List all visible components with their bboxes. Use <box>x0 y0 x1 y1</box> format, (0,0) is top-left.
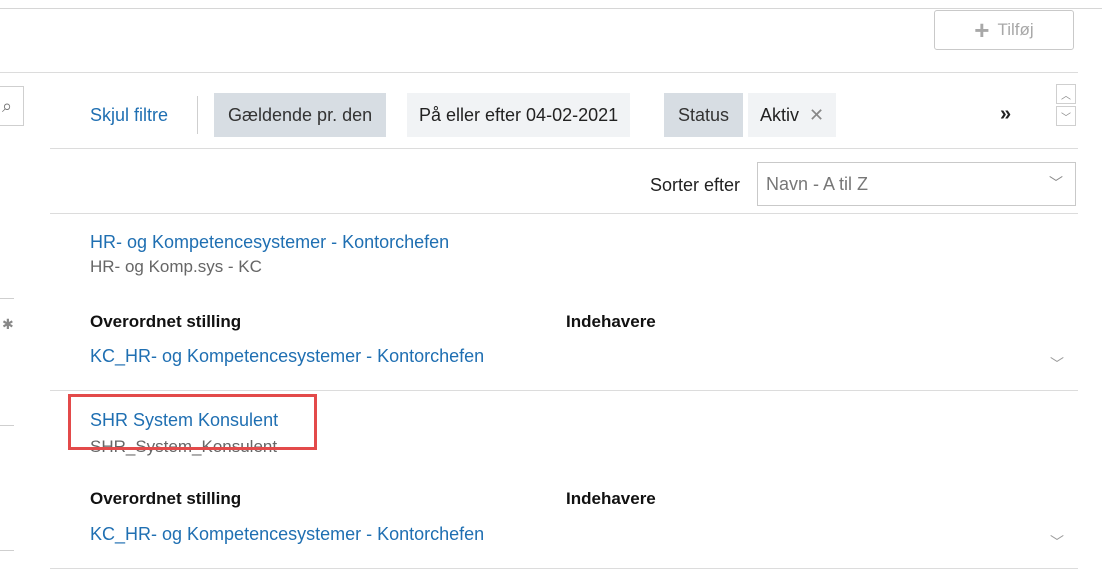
parent-position-header: Overordnet stilling <box>90 489 242 508</box>
expand-chevron-icon[interactable]: ﹀ <box>1050 532 1064 552</box>
filter-chip-value-effective-date[interactable]: På eller efter 04-02-2021 <box>407 93 631 137</box>
left-divider <box>0 550 14 551</box>
gear-icon[interactable]: ✱ <box>2 316 14 333</box>
remove-filter-icon[interactable]: ✕ <box>809 105 824 126</box>
sort-label: Sorter efter <box>650 175 741 195</box>
filter-chip-key-status[interactable]: Status <box>664 93 744 137</box>
holders-header: Indehavere <box>566 312 656 331</box>
scroll-down-icon[interactable]: ﹀ <box>1056 106 1076 126</box>
expand-chevron-icon[interactable]: ﹀ <box>1050 354 1064 374</box>
sort-selected-value: Navn - A til Z <box>766 173 869 194</box>
sort-select[interactable]: Navn - A til Z ﹀ <box>757 162 1076 206</box>
add-button[interactable]: + Tilføj <box>934 10 1074 50</box>
parent-position-header: Overordnet stilling <box>90 312 242 331</box>
parent-position-link[interactable]: KC_HR- og Kompetencesystemer - Kontorche… <box>90 346 484 367</box>
filter-separator <box>197 96 198 134</box>
filter-divider <box>50 148 1078 149</box>
chevron-down-icon: ﹀ <box>1049 175 1063 191</box>
list-divider <box>50 213 1078 214</box>
list-item-divider <box>50 568 1078 569</box>
top-divider <box>0 8 1102 9</box>
status-value: Aktiv <box>760 104 800 125</box>
position-code: HR- og Komp.sys - KC <box>90 257 262 276</box>
more-filters-icon[interactable]: » <box>1000 103 1011 126</box>
filter-chip-key-effective-date[interactable]: Gældende pr. den <box>214 93 387 137</box>
search-icon[interactable]: ⌕ <box>0 86 24 126</box>
filter-scroller[interactable]: ︿ ﹀ <box>1056 84 1078 134</box>
position-title-link[interactable]: HR- og Kompetencesystemer - Kontorchefen <box>90 232 449 253</box>
plus-icon: + <box>974 15 990 45</box>
left-divider <box>0 298 14 299</box>
hide-filters-link[interactable]: Skjul filtre <box>90 105 168 126</box>
left-divider <box>0 425 14 426</box>
parent-position-link[interactable]: KC_HR- og Kompetencesystemer - Kontorche… <box>90 524 484 545</box>
header-divider <box>0 72 1078 73</box>
add-button-label: Tilføj <box>997 20 1034 39</box>
highlight-box <box>68 394 317 450</box>
list-item-divider <box>50 390 1078 391</box>
filter-chip-value-status[interactable]: Aktiv ✕ <box>748 93 837 137</box>
holders-header: Indehavere <box>566 489 656 508</box>
scroll-up-icon[interactable]: ︿ <box>1056 84 1076 104</box>
